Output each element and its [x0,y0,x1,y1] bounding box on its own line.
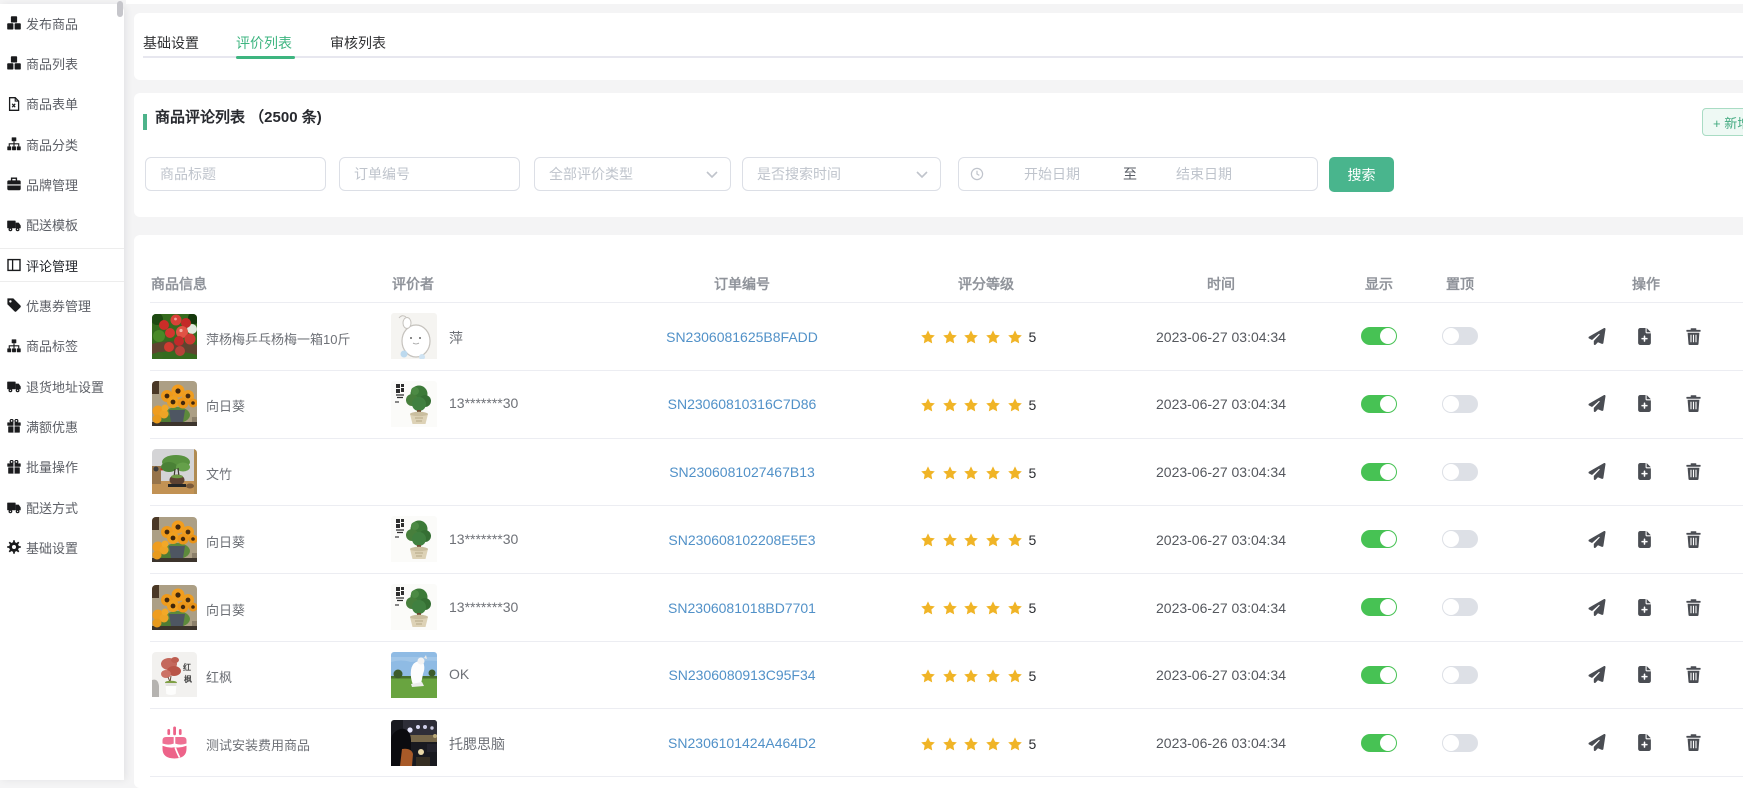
svg-text:红: 红 [183,662,191,672]
svg-text:枫: 枫 [184,674,192,684]
